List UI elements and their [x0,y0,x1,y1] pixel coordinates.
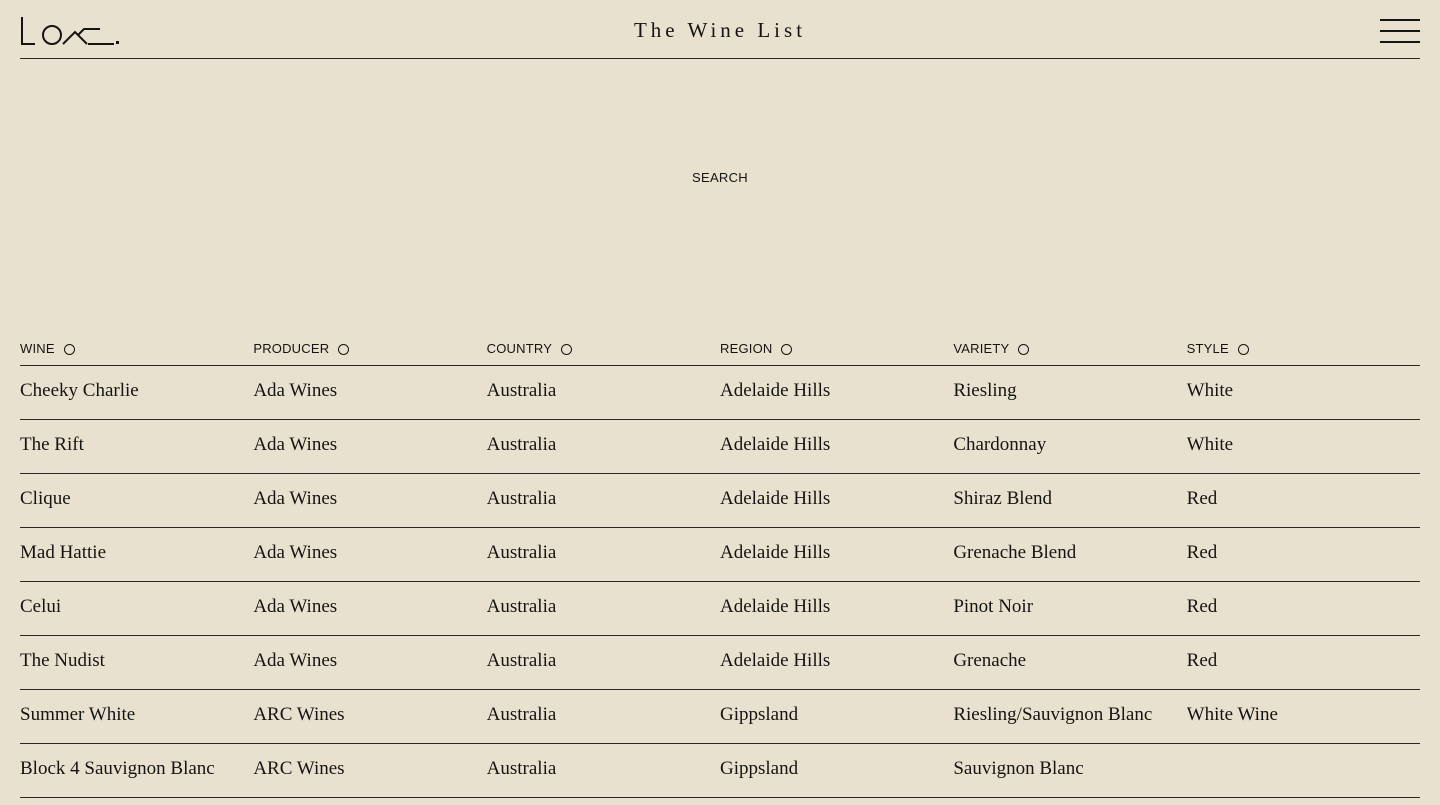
column-header-label: VARIETY [953,341,1010,356]
hamburger-icon [1380,30,1420,32]
cell-variety: Grenache Blend [953,542,1077,563]
cell-region: Gippsland [719,758,799,779]
table-row[interactable]: The Rift Ada Wines Australia Adelaide Hills… [20,420,1420,474]
column-header-wine[interactable]: WINE [20,338,253,365]
cell-country: Australia [486,596,557,617]
column-header-style[interactable]: STYLE [1187,338,1420,365]
cell-style: Red [1186,542,1218,563]
cell-producer: Ada Wines [253,650,338,671]
cell-wine: The Rift [20,434,84,455]
cell-country: Australia [486,488,557,509]
cell-region: Adelaide Hills [719,488,831,509]
cell-country: Australia [486,434,557,455]
column-header-label: STYLE [1186,341,1229,356]
cell-style: White Wine [1186,704,1278,725]
cell-wine: The Nudist [20,650,105,671]
table-row[interactable]: Celui Ada Wines Australia Adelaide Hills Pin… [20,582,1420,636]
cell-region: Adelaide Hills [719,650,831,671]
table-header: WINE PRODUCER COUNTRY REGION VARIETY STYLE [20,338,1420,366]
cell-style: White [1186,434,1234,455]
cell-style: Red [1186,650,1218,671]
hamburger-icon [1380,19,1420,21]
cell-region: Adelaide Hills [719,596,831,617]
cell-producer: Ada Wines [253,380,338,401]
column-header-label: WINE [20,341,55,356]
table-row[interactable]: Summer White ARC Wines Australia Gippsland R… [20,690,1420,744]
column-header-variety[interactable]: VARIETY [953,338,1186,365]
column-header-label: REGION [719,341,773,356]
cell-variety: Chardonnay [953,434,1047,455]
sort-circle-icon[interactable] [1237,344,1249,355]
cell-country: Australia [486,542,557,563]
column-header-country[interactable]: COUNTRY [487,338,720,365]
page-title: The Wine List [633,18,807,42]
sort-circle-icon[interactable] [781,344,793,355]
cell-wine: Mad Hattie [20,542,107,563]
column-header-producer[interactable]: PRODUCER [253,338,486,365]
search-button[interactable]: SEARCH [0,170,1440,186]
column-header-label: COUNTRY [486,341,553,356]
table-row[interactable]: Block 4 Sauvignon Blanc ARC Wines Australi… [20,744,1420,798]
site-header: The Wine List [20,0,1420,59]
cell-style [1187,744,1420,797]
cell-style: Red [1186,596,1218,617]
cell-producer: Ada Wines [253,488,338,509]
cell-producer: ARC Wines [253,704,345,725]
cell-variety: Riesling/Sauvignon Blanc [953,704,1153,725]
table-row[interactable]: Clique Ada Wines Australia Adelaide Hills Sh… [20,474,1420,528]
cell-variety: Grenache [953,650,1027,671]
wine-table: WINE PRODUCER COUNTRY REGION VARIETY STYLE Ch… [20,338,1420,798]
cell-region: Adelaide Hills [719,380,831,401]
cell-wine: Block 4 Sauvignon Blanc [20,758,215,779]
sort-circle-icon[interactable] [338,344,350,355]
cell-country: Australia [486,758,557,779]
cell-producer: ARC Wines [253,758,345,779]
table-row[interactable]: Cheeky Charlie Ada Wines Australia Adelaide… [20,366,1420,420]
cell-variety: Riesling [953,380,1017,401]
cell-wine: Summer White [20,704,136,725]
column-header-label: PRODUCER [253,341,330,356]
cell-producer: Ada Wines [253,434,338,455]
cell-variety: Pinot Noir [953,596,1034,617]
cell-region: Adelaide Hills [719,542,831,563]
table-row[interactable]: Mad Hattie Ada Wines Australia Adelaide Hil… [20,528,1420,582]
cell-wine: Celui [20,596,62,617]
cell-style: Red [1186,488,1218,509]
cell-region: Adelaide Hills [719,434,831,455]
cell-country: Australia [486,704,557,725]
cell-variety: Shiraz Blend [953,488,1053,509]
cell-country: Australia [486,380,557,401]
hamburger-icon [1380,41,1420,43]
cell-producer: Ada Wines [253,596,338,617]
cell-wine: Cheeky Charlie [20,380,139,401]
cell-variety: Sauvignon Blanc [953,758,1084,779]
cell-wine: Clique [20,488,71,509]
cell-producer: Ada Wines [253,542,338,563]
cell-country: Australia [486,650,557,671]
column-header-region[interactable]: REGION [720,338,953,365]
sort-circle-icon[interactable] [63,344,75,355]
sort-circle-icon[interactable] [1018,344,1030,355]
cell-style: White [1186,380,1234,401]
sort-circle-icon[interactable] [561,344,573,355]
table-row[interactable]: The Nudist Ada Wines Australia Adelaide Hil… [20,636,1420,690]
menu-button[interactable] [1380,19,1420,43]
table-body: Cheeky Charlie Ada Wines Australia Adelaide… [20,366,1420,798]
cell-region: Gippsland [719,704,799,725]
